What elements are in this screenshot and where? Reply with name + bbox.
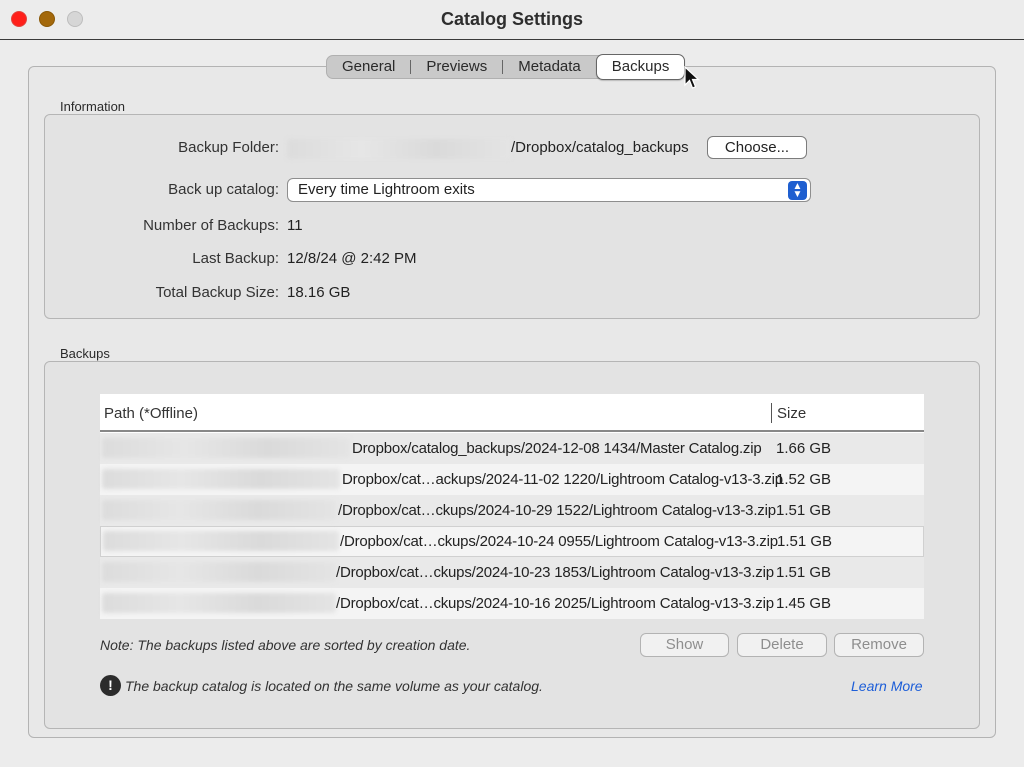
total-backup-size-value: 18.16 GB <box>287 284 351 301</box>
backup-folder-label: Backup Folder: <box>178 139 279 156</box>
table-row[interactable]: /Dropbox/cat…ckups/2024-10-23 1853/Light… <box>100 557 924 588</box>
show-button[interactable]: Show <box>640 633 729 657</box>
backup-size: 1.66 GB <box>776 440 832 457</box>
number-of-backups-value: 11 <box>287 217 303 234</box>
size-column-header[interactable]: Size <box>777 405 806 422</box>
backup-catalog-label: Back up catalog: <box>168 181 279 198</box>
last-backup-value: 12/8/24 @ 2:42 PM <box>287 250 417 267</box>
redacted-path <box>102 562 336 582</box>
path-column-header[interactable]: Path (*Offline) <box>104 405 198 422</box>
mouse-pointer-icon <box>684 66 700 89</box>
learn-more-link[interactable]: Learn More <box>851 678 923 694</box>
tab-previews[interactable]: Previews <box>411 55 502 79</box>
tab-backups[interactable]: Backups <box>595 54 686 80</box>
backup-folder-value: /Dropbox/catalog_backups <box>511 139 689 156</box>
redacted-path <box>103 531 339 551</box>
remove-button[interactable]: Remove <box>834 633 924 657</box>
backup-size: 1.51 GB <box>776 564 832 581</box>
backups-table: Path (*Offline) Size Dropbox/catalog_bac… <box>100 394 924 619</box>
title-bar: Catalog Settings <box>0 0 1024 40</box>
number-of-backups-label: Number of Backups: <box>143 217 279 234</box>
backup-path: Dropbox/cat…ackups/2024-11-02 1220/Light… <box>342 471 783 488</box>
redacted-path <box>102 469 340 489</box>
tab-bar: General Previews Metadata Backups <box>326 54 686 80</box>
table-header: Path (*Offline) Size <box>100 394 924 432</box>
warning-text: The backup catalog is located on the sam… <box>125 678 543 694</box>
redacted-path <box>102 593 336 613</box>
window-title: Catalog Settings <box>440 9 583 29</box>
table-row[interactable]: Dropbox/cat…ackups/2024-11-02 1220/Light… <box>100 464 924 495</box>
information-group-label: Information <box>60 99 126 114</box>
backup-size: 1.51 GB <box>776 502 832 519</box>
redacted-path <box>102 438 350 458</box>
redacted-path <box>102 500 336 520</box>
redacted-path <box>287 139 511 159</box>
backup-frequency-select[interactable]: Every time Lightroom exits ▲ ▼ <box>287 178 811 202</box>
backup-path: /Dropbox/cat…ckups/2024-10-29 1522/Light… <box>338 502 776 519</box>
column-divider[interactable] <box>771 403 772 423</box>
choose-button[interactable]: Choose... <box>707 136 807 159</box>
total-backup-size-label: Total Backup Size: <box>155 284 279 301</box>
tab-general[interactable]: General <box>327 55 410 79</box>
backup-path: /Dropbox/cat…ckups/2024-10-16 2025/Light… <box>336 595 774 612</box>
table-row[interactable]: Dropbox/catalog_backups/2024-12-08 1434/… <box>100 433 924 464</box>
backup-frequency-value: Every time Lightroom exits <box>298 181 475 198</box>
backup-path: Dropbox/catalog_backups/2024-12-08 1434/… <box>352 440 762 457</box>
tab-metadata[interactable]: Metadata <box>503 55 596 79</box>
delete-button[interactable]: Delete <box>737 633 827 657</box>
backup-path: /Dropbox/cat…ckups/2024-10-24 0955/Light… <box>340 533 778 550</box>
warning-icon: ! <box>100 675 121 696</box>
backup-size: 1.51 GB <box>777 533 833 550</box>
sort-note: Note: The backups listed above are sorte… <box>100 637 471 653</box>
backup-path: /Dropbox/cat…ckups/2024-10-23 1853/Light… <box>336 564 774 581</box>
table-row[interactable]: /Dropbox/cat…ckups/2024-10-24 0955/Light… <box>100 526 924 557</box>
catalog-settings-window: Catalog Settings General Previews Metada… <box>0 0 1024 767</box>
backup-size: 1.45 GB <box>776 595 832 612</box>
backup-size: 1.52 GB <box>776 471 832 488</box>
chevron-updown-icon: ▲ ▼ <box>788 181 807 200</box>
last-backup-label: Last Backup: <box>192 250 279 267</box>
table-row[interactable]: /Dropbox/cat…ckups/2024-10-29 1522/Light… <box>100 495 924 526</box>
table-row[interactable]: /Dropbox/cat…ckups/2024-10-16 2025/Light… <box>100 588 924 619</box>
backups-group-label: Backups <box>60 346 110 361</box>
